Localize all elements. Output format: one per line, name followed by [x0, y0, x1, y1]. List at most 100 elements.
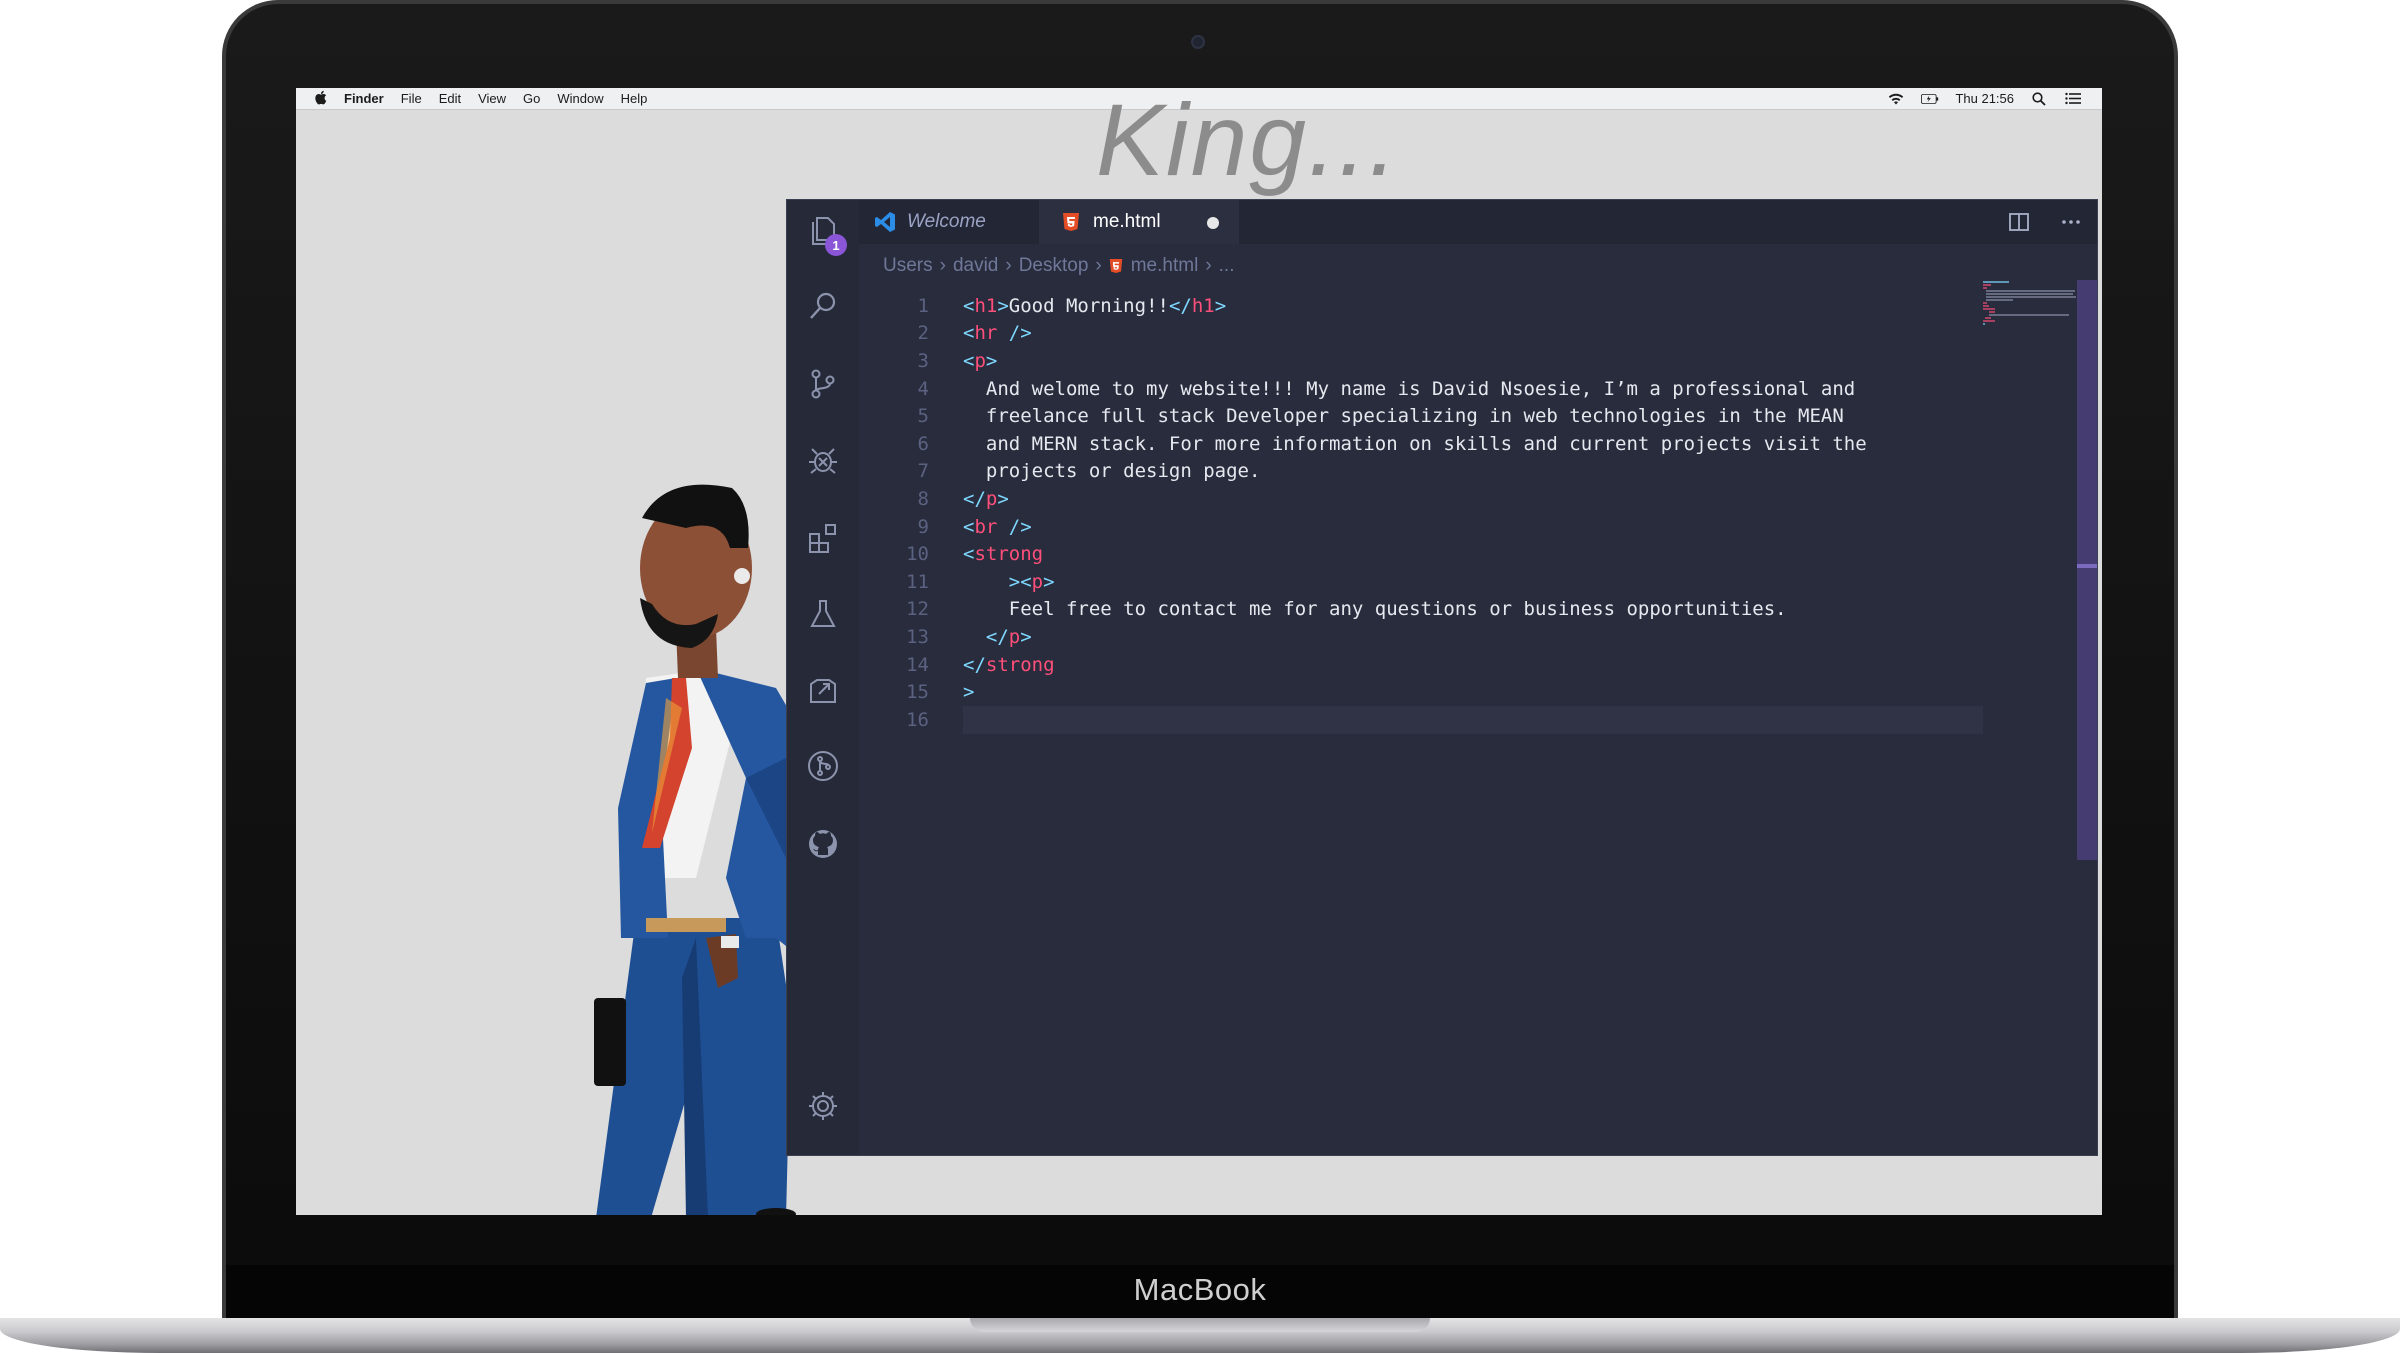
line-number: 1 — [917, 294, 929, 317]
spotlight-search-icon[interactable] — [2030, 91, 2048, 106]
code-line[interactable]: 4 And welome to my website!!! My name is… — [859, 375, 2029, 403]
code-token-punc: </ — [963, 653, 986, 676]
code-line-text: <hr /> — [963, 322, 1032, 344]
notification-center-icon[interactable] — [2064, 92, 2082, 106]
code-line[interactable]: 3 <p> — [859, 347, 2029, 375]
code-token-tag: p — [985, 487, 998, 510]
breadcrumb-symbol[interactable]: ... — [1219, 255, 1235, 277]
code-token-punc: < — [963, 294, 975, 317]
code-line[interactable]: 1 <h1>Good Morning!!</h1> — [859, 292, 2029, 320]
code-line[interactable]: 16 — [859, 705, 2029, 734]
code-line-text: <strong — [963, 543, 1043, 565]
code-line[interactable]: 10 <strong — [859, 540, 2029, 568]
menu-edit[interactable]: Edit — [439, 91, 461, 106]
code-line-text: </p> — [963, 626, 1032, 648]
code-line[interactable]: 12 Feel free to contact me for any quest… — [859, 596, 2029, 624]
line-number: 15 — [906, 681, 929, 704]
breadcrumb-file[interactable]: me.html — [1131, 255, 1199, 277]
tab-welcome[interactable]: Welcome — [859, 200, 1039, 244]
code-token-punc: /> — [997, 515, 1032, 538]
vertical-scrollbar[interactable] — [2077, 280, 2097, 860]
split-editor-icon[interactable] — [2009, 213, 2029, 231]
menu-go[interactable]: Go — [523, 91, 540, 106]
explorer-badge: 1 — [825, 234, 847, 256]
code-token-text: Feel free to contact me for any question… — [963, 598, 1787, 621]
code-token-tag: p — [1031, 570, 1044, 593]
line-number: 10 — [906, 543, 929, 566]
line-number: 11 — [906, 570, 929, 593]
code-line[interactable]: 13 </p> — [859, 623, 2029, 651]
tab-bar: Welcome me.html — [859, 200, 2097, 244]
code-line[interactable]: 15 > — [859, 678, 2029, 706]
code-token-text: projects or design page. — [963, 460, 1261, 483]
code-token-punc: </ — [963, 625, 1009, 648]
code-token-tag: h1 — [1191, 294, 1215, 317]
code-token-punc: </ — [963, 487, 986, 510]
line-number: 5 — [917, 405, 929, 428]
code-line[interactable]: 11 ><p> — [859, 568, 2029, 596]
git-graph-icon[interactable] — [805, 748, 841, 784]
tab-me-html-label: me.html — [1093, 211, 1161, 232]
line-number: 12 — [906, 598, 929, 621]
code-token-punc: > — [1214, 294, 1227, 317]
code-token-punc: > — [997, 294, 1009, 317]
code-token-punc: < — [963, 515, 975, 538]
code-line-text: </strong — [963, 654, 1055, 676]
code-token-punc: < — [963, 322, 975, 345]
code-line-text: freelance full stack Developer specializ… — [963, 405, 1844, 427]
battery-icon[interactable] — [1921, 92, 1939, 106]
line-number: 9 — [917, 515, 929, 538]
menu-clock[interactable]: Thu 21:56 — [1955, 91, 2014, 106]
breadcrumb-david[interactable]: david — [953, 255, 998, 277]
extensions-icon[interactable] — [805, 520, 841, 556]
wifi-icon[interactable] — [1887, 92, 1905, 106]
html5-icon — [1059, 210, 1083, 234]
vscode-logo-icon — [873, 210, 897, 234]
code-token-punc: < — [963, 543, 975, 566]
current-line-highlight — [963, 705, 1983, 734]
apple-logo-icon[interactable] — [314, 90, 330, 108]
code-token-punc: > — [963, 681, 975, 704]
code-token-punc: </ — [1168, 294, 1192, 317]
code-token-tag: strong — [985, 653, 1055, 676]
breadcrumb: Users › david › Desktop › me.html › ... — [883, 252, 1234, 280]
code-area[interactable]: 1 <h1>Good Morning!!</h1> 2 <hr /> 3 <p> 4 And… — [859, 280, 2029, 1155]
minimap[interactable] — [1981, 280, 2077, 328]
code-line[interactable]: 2 <hr /> — [859, 320, 2029, 348]
menu-help[interactable]: Help — [621, 91, 648, 106]
test-flask-icon[interactable] — [805, 596, 841, 632]
html5-icon — [1109, 258, 1123, 274]
code-line[interactable]: 7 projects or design page. — [859, 458, 2029, 486]
activity-bar: 1 — [787, 200, 859, 1155]
debug-icon[interactable] — [805, 442, 841, 478]
unsaved-dot-icon[interactable] — [1207, 217, 1219, 229]
source-control-icon[interactable] — [805, 366, 841, 402]
code-token-punc: > — [997, 487, 1009, 510]
breadcrumb-desktop[interactable]: Desktop — [1019, 255, 1089, 277]
code-line[interactable]: 14 </strong — [859, 651, 2029, 679]
code-line[interactable]: 6 and MERN stack. For more information o… — [859, 430, 2029, 458]
code-token-punc: >< — [963, 570, 1032, 593]
remote-explorer-icon[interactable] — [805, 672, 841, 708]
line-number: 6 — [917, 432, 929, 455]
code-line-text: </p> — [963, 488, 1009, 510]
code-token-tag: hr — [974, 322, 998, 345]
github-icon[interactable] — [805, 826, 841, 862]
code-token-punc: > — [1020, 625, 1032, 648]
code-line[interactable]: 9 <br /> — [859, 513, 2029, 541]
menu-window[interactable]: Window — [557, 91, 603, 106]
menu-view[interactable]: View — [478, 91, 506, 106]
code-line[interactable]: 5 freelance full stack Developer special… — [859, 402, 2029, 430]
breadcrumb-users[interactable]: Users — [883, 255, 933, 277]
gear-icon[interactable] — [805, 1088, 841, 1124]
code-token-text: Good Morning!! — [1008, 294, 1169, 317]
more-actions-icon[interactable] — [2061, 219, 2081, 225]
code-line-text: <h1>Good Morning!!</h1> — [963, 295, 1226, 317]
search-icon[interactable] — [805, 288, 841, 324]
code-line[interactable]: 8 </p> — [859, 485, 2029, 513]
line-number: 3 — [917, 349, 929, 372]
menu-finder[interactable]: Finder — [344, 91, 384, 106]
menu-file[interactable]: File — [401, 91, 422, 106]
camera — [1191, 35, 1205, 49]
tab-me-html[interactable]: me.html — [1039, 200, 1239, 244]
